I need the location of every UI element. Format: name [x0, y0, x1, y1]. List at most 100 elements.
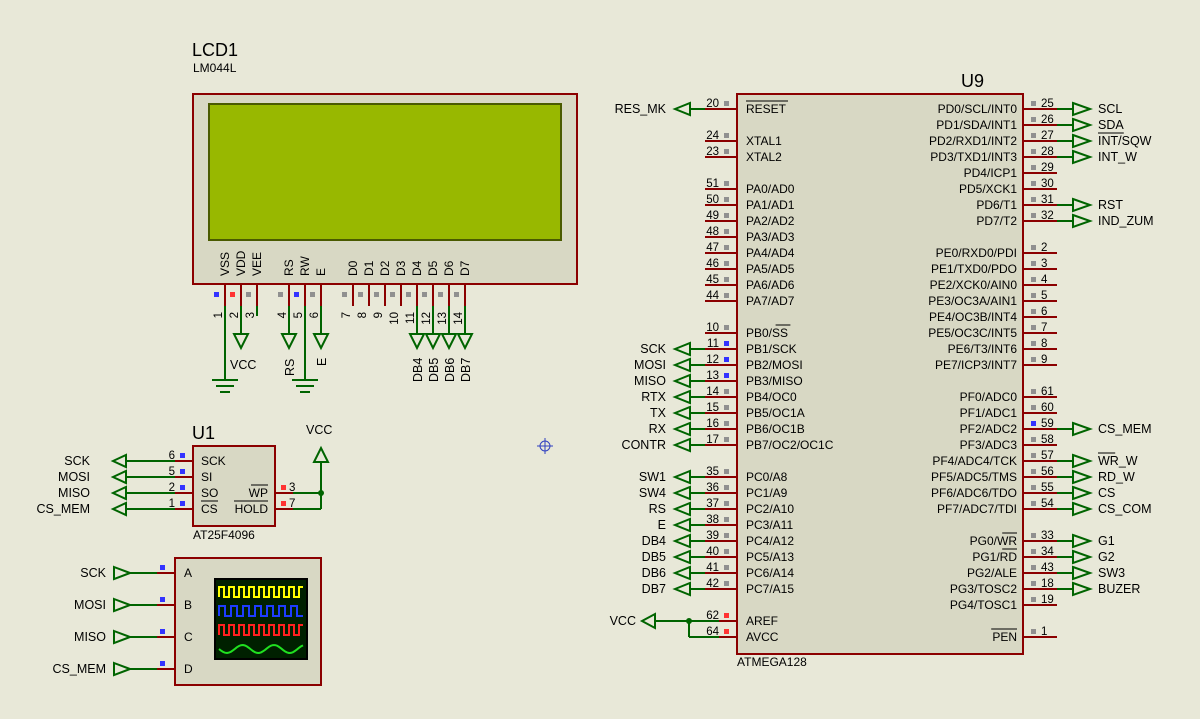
u9-terminal-db7[interactable] — [672, 581, 691, 597]
u9-terminal-ind-zum[interactable] — [1072, 213, 1094, 229]
u9-pin-25-state-marker — [1031, 101, 1036, 106]
scope-input-C-state-marker — [160, 629, 165, 634]
u9-pin-24-number: 24 — [706, 130, 719, 142]
u9-pin-3-state-marker — [1031, 261, 1036, 266]
u9-terminal-sda[interactable] — [1072, 117, 1094, 133]
u1-pin-so-name: SO — [201, 486, 218, 500]
u9-terminal-buzer[interactable] — [1072, 581, 1094, 597]
scope-terminal-cs-mem[interactable] — [113, 661, 133, 677]
u1-terminal-miso[interactable] — [110, 485, 127, 501]
cursor-crosshair-icon — [537, 438, 553, 454]
scope-input-D-state-marker — [160, 661, 165, 666]
u9-terminal-sw1[interactable] — [672, 469, 691, 485]
lcd-pin-6-state-marker — [310, 292, 315, 297]
u9-terminal-cs-com[interactable] — [1072, 501, 1094, 517]
u9-pin-pd6-t1-name: PD6/T1 — [976, 198, 1017, 212]
schematic-canvas[interactable]: LCD1 LM044L VSS1VDD2VEE3RS4RW5E6D07D18D2… — [0, 0, 1200, 719]
u9-mcu-component[interactable]: U9 ATMEGA128 20 RESETRES_MK24 XTAL123 XTAL2… — [615, 71, 1154, 669]
u9-pin-pa2-ad2-name: PA2/AD2 — [746, 214, 795, 228]
u9-pin-14-state-marker — [724, 389, 729, 394]
u9-terminal-rtx[interactable] — [672, 389, 691, 405]
u9-terminal-tx[interactable] — [672, 405, 691, 421]
u9-pin-xtal1-name: XTAL1 — [746, 134, 782, 148]
u9-pin-3-number: 3 — [1041, 258, 1047, 270]
u1-pin-5-state-marker — [180, 469, 185, 474]
u9-pin-64-state-marker — [724, 629, 729, 634]
u9-pin-pb3-miso-name: PB3/MISO — [746, 374, 803, 388]
u9-terminal-int-sqw[interactable] — [1072, 133, 1094, 149]
lcd-pin-3-state-marker — [246, 292, 251, 297]
u9-pin-pb4-oc0-name: PB4/OC0 — [746, 390, 797, 404]
lcd-pin-d0-name: D0 — [346, 260, 360, 276]
u9-pin-48-state-marker — [724, 229, 729, 234]
u9-terminal-miso[interactable] — [672, 373, 691, 389]
u9-pin-6-state-marker — [1031, 309, 1036, 314]
u9-pin-25-number: 25 — [1041, 98, 1054, 110]
u1-flash-component[interactable]: U1 AT25F4096 SCK 6 SCK MOSI 5 SI MISO 2 SO CS_MEM… — [37, 423, 296, 542]
lcd-e-label: E — [315, 358, 329, 366]
u9-pin-29-state-marker — [1031, 165, 1036, 170]
oscilloscope-component[interactable]: SCK A MOSI B MISO C CS_MEM D — [53, 557, 322, 686]
u9-pin-41-state-marker — [724, 565, 729, 570]
u9-pin-pb5-oc1a-name: PB5/OC1A — [746, 406, 805, 420]
u9-terminal-cs-mem[interactable] — [1072, 421, 1094, 437]
u9-pin-55-number: 55 — [1041, 482, 1054, 494]
u9-pin-32-state-marker — [1031, 213, 1036, 218]
u9-terminal-sw3[interactable] — [1072, 565, 1094, 581]
u9-pin-4-number: 4 — [1041, 274, 1048, 286]
u1-pin-2-number: 2 — [169, 482, 175, 494]
u1-vcc-label: VCC — [306, 423, 332, 437]
u9-net-int-w-label: INT_W — [1098, 150, 1137, 164]
scope-terminal-sck[interactable] — [113, 565, 133, 581]
u9-terminal-cs[interactable] — [1072, 485, 1094, 501]
u1-terminal-sck[interactable] — [110, 453, 127, 469]
u9-terminal-sck[interactable] — [672, 341, 691, 357]
u9-terminal-e[interactable] — [672, 517, 691, 533]
u9-terminal-db4[interactable] — [672, 533, 691, 549]
u9-terminal-int-w[interactable] — [1072, 149, 1094, 165]
u9-terminal-rst[interactable] — [1072, 197, 1094, 213]
u9-pin-pf0-adc0-name: PF0/ADC0 — [960, 390, 1018, 404]
u9-pin-pc1-a9-name: PC1/A9 — [746, 486, 788, 500]
u9-pin-40-state-marker — [724, 549, 729, 554]
lcd-pin-vdd-name: VDD — [234, 250, 248, 276]
u9-terminal-contr[interactable] — [672, 437, 691, 453]
u9-terminal-rs[interactable] — [672, 501, 691, 517]
u9-pin-59-state-marker — [1031, 421, 1036, 426]
u9-terminal-scl[interactable] — [1072, 101, 1094, 117]
lcd-pin-12-state-marker — [422, 292, 427, 297]
u1-vcc-wiring — [293, 445, 330, 510]
u9-pin-pd1-sda-int1-name: PD1/SDA/INT1 — [936, 118, 1017, 132]
u9-pin-29-number: 29 — [1041, 162, 1054, 174]
u9-pin-9-number: 9 — [1041, 354, 1047, 366]
scope-terminal-mosi[interactable] — [113, 597, 133, 613]
u9-terminal-g1[interactable] — [1072, 533, 1094, 549]
u9-terminal-db5[interactable] — [672, 549, 691, 565]
scope-terminal-miso[interactable] — [113, 629, 133, 645]
u1-terminal-cs-mem[interactable] — [110, 501, 127, 517]
u9-pin-41-number: 41 — [706, 562, 719, 574]
u9-pin-50-state-marker — [724, 197, 729, 202]
u9-terminal-g2[interactable] — [1072, 549, 1094, 565]
lcd-pin-11-state-marker — [406, 292, 411, 297]
scope-input-A-state-marker — [160, 565, 165, 570]
u9-terminal-rd-w[interactable] — [1072, 469, 1094, 485]
u9-pin-15-state-marker — [724, 405, 729, 410]
u9-terminal-res-mk[interactable] — [672, 101, 691, 117]
lcd-pin-14-number: 14 — [453, 311, 465, 324]
u9-pin-13-state-marker — [724, 373, 729, 378]
u9-pin-pc3-a11-name: PC3/A11 — [746, 518, 793, 532]
lcd-pin-2-number: 2 — [229, 312, 241, 318]
u9-net-cs-com-label: CS_COM — [1098, 502, 1151, 516]
u9-pin-43-state-marker — [1031, 565, 1036, 570]
u9-terminal-wr-w[interactable] — [1072, 453, 1094, 469]
u9-terminal-mosi[interactable] — [672, 357, 691, 373]
u1-terminal-mosi[interactable] — [110, 469, 127, 485]
u9-net-tx-label: TX — [650, 406, 667, 420]
u9-terminal-sw4[interactable] — [672, 485, 691, 501]
u9-terminal-db6[interactable] — [672, 565, 691, 581]
u9-terminal-rx[interactable] — [672, 421, 691, 437]
u9-pin-pa6-ad6-name: PA6/AD6 — [746, 278, 795, 292]
lcd-component[interactable]: LCD1 LM044L VSS 1 VDD 2 VEE 3 RS 4 RW 5 E 6 D0 7 D1 8 D2… — [192, 40, 578, 325]
scope-inputs: SCK A MOSI B MISO C CS_MEM D — [53, 565, 193, 677]
